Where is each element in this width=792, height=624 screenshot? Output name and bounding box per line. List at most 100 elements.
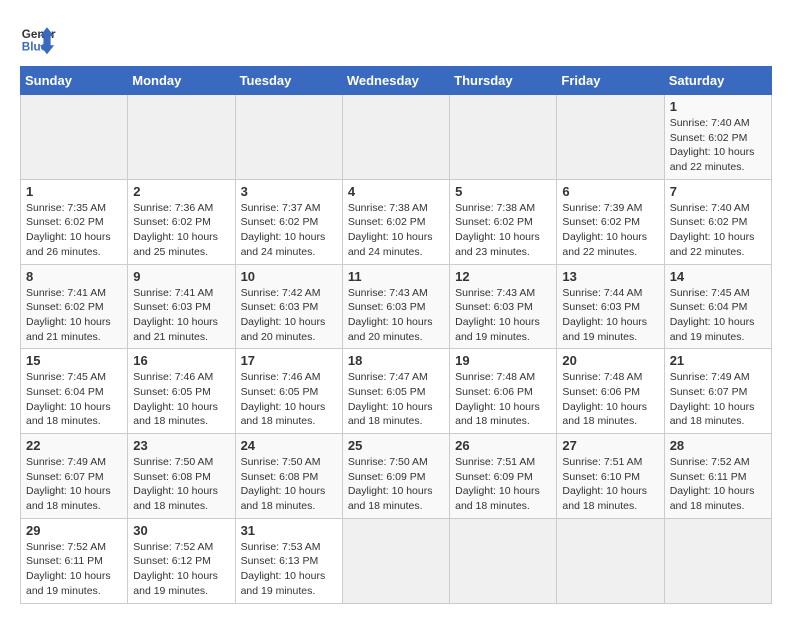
calendar-cell: 23Sunrise: 7:50 AMSunset: 6:08 PMDayligh… <box>128 434 235 519</box>
calendar-header-row: SundayMondayTuesdayWednesdayThursdayFrid… <box>21 67 772 95</box>
calendar-cell <box>342 95 449 180</box>
calendar-cell <box>664 518 771 603</box>
calendar-cell: 4 Sunrise: 7:38 AMSunset: 6:02 PMDaylight… <box>342 179 449 264</box>
calendar-week-4: 22 Sunrise: 7:49 AMSunset: 6:07 PMDayligh… <box>21 434 772 519</box>
day-info: Sunrise: 7:37 AMSunset: 6:02 PMDaylight:… <box>241 201 337 260</box>
day-info: Sunrise: 7:51 AMSunset: 6:10 PMDaylight:… <box>562 455 658 514</box>
calendar-cell: 6Sunrise: 7:39 AMSunset: 6:02 PMDaylight… <box>557 179 664 264</box>
calendar-cell: 3 Sunrise: 7:37 AMSunset: 6:02 PMDaylight… <box>235 179 342 264</box>
day-number: 24 <box>241 438 337 453</box>
calendar-cell: 30 Sunrise: 7:52 AMSunset: 6:12 PMDayligh… <box>128 518 235 603</box>
calendar-cell: 2 Sunrise: 7:36 AMSunset: 6:02 PMDaylight… <box>128 179 235 264</box>
calendar-cell <box>21 95 128 180</box>
calendar-cell: 13 Sunrise: 7:44 AMSunset: 6:03 PMDayligh… <box>557 264 664 349</box>
calendar-cell: 22 Sunrise: 7:49 AMSunset: 6:07 PMDayligh… <box>21 434 128 519</box>
calendar-cell: 18Sunrise: 7:47 AMSunset: 6:05 PMDayligh… <box>342 349 449 434</box>
calendar-cell: 5Sunrise: 7:38 AMSunset: 6:02 PMDaylight… <box>450 179 557 264</box>
day-number: 1 <box>26 184 122 199</box>
day-number: 9 <box>133 269 229 284</box>
calendar-cell: 11Sunrise: 7:43 AMSunset: 6:03 PMDayligh… <box>342 264 449 349</box>
page-header: General Blue <box>20 20 772 56</box>
day-number: 3 <box>241 184 337 199</box>
day-number: 20 <box>562 353 658 368</box>
day-info: Sunrise: 7:38 AMSunset: 6:02 PMDaylight:… <box>348 201 444 260</box>
day-info: Sunrise: 7:48 AMSunset: 6:06 PMDaylight:… <box>455 370 551 429</box>
calendar-cell: 7Sunrise: 7:40 AMSunset: 6:02 PMDaylight… <box>664 179 771 264</box>
day-number: 16 <box>133 353 229 368</box>
day-info: Sunrise: 7:53 AMSunset: 6:13 PMDaylight:… <box>241 540 337 599</box>
day-number: 26 <box>455 438 551 453</box>
day-number: 2 <box>133 184 229 199</box>
calendar-cell: 10 Sunrise: 7:42 AMSunset: 6:03 PMDayligh… <box>235 264 342 349</box>
header-cell-friday: Friday <box>557 67 664 95</box>
day-number: 8 <box>26 269 122 284</box>
day-info: Sunrise: 7:47 AMSunset: 6:05 PMDaylight:… <box>348 370 444 429</box>
calendar-cell: 29 Sunrise: 7:52 AMSunset: 6:11 PMDayligh… <box>21 518 128 603</box>
day-number: 4 <box>348 184 444 199</box>
calendar-cell: 21 Sunrise: 7:49 AMSunset: 6:07 PMDayligh… <box>664 349 771 434</box>
day-info: Sunrise: 7:51 AMSunset: 6:09 PMDaylight:… <box>455 455 551 514</box>
calendar-cell: 1 Sunrise: 7:35 AMSunset: 6:02 PMDaylight… <box>21 179 128 264</box>
day-info: Sunrise: 7:50 AMSunset: 6:08 PMDaylight:… <box>241 455 337 514</box>
day-number: 30 <box>133 523 229 538</box>
day-number: 29 <box>26 523 122 538</box>
day-number: 25 <box>348 438 444 453</box>
day-number: 27 <box>562 438 658 453</box>
header-cell-wednesday: Wednesday <box>342 67 449 95</box>
calendar-cell: 26 Sunrise: 7:51 AMSunset: 6:09 PMDayligh… <box>450 434 557 519</box>
day-number: 13 <box>562 269 658 284</box>
calendar-week-0: 1 Sunrise: 7:40 AMSunset: 6:02 PMDaylight… <box>21 95 772 180</box>
day-number: 21 <box>670 353 766 368</box>
calendar-cell <box>235 95 342 180</box>
day-info: Sunrise: 7:40 AMSunset: 6:02 PMDaylight:… <box>670 116 766 175</box>
day-number: 1 <box>670 99 766 114</box>
day-info: Sunrise: 7:48 AMSunset: 6:06 PMDaylight:… <box>562 370 658 429</box>
day-number: 14 <box>670 269 766 284</box>
calendar-cell: 1 Sunrise: 7:40 AMSunset: 6:02 PMDaylight… <box>664 95 771 180</box>
day-number: 22 <box>26 438 122 453</box>
calendar-week-1: 1 Sunrise: 7:35 AMSunset: 6:02 PMDaylight… <box>21 179 772 264</box>
calendar-cell: 24 Sunrise: 7:50 AMSunset: 6:08 PMDayligh… <box>235 434 342 519</box>
header-cell-saturday: Saturday <box>664 67 771 95</box>
day-info: Sunrise: 7:45 AMSunset: 6:04 PMDaylight:… <box>26 370 122 429</box>
calendar-cell: 9Sunrise: 7:41 AMSunset: 6:03 PMDaylight… <box>128 264 235 349</box>
day-info: Sunrise: 7:42 AMSunset: 6:03 PMDaylight:… <box>241 286 337 345</box>
calendar-cell: 20 Sunrise: 7:48 AMSunset: 6:06 PMDayligh… <box>557 349 664 434</box>
calendar-cell: 14Sunrise: 7:45 AMSunset: 6:04 PMDayligh… <box>664 264 771 349</box>
day-number: 17 <box>241 353 337 368</box>
day-number: 31 <box>241 523 337 538</box>
logo-icon: General Blue <box>20 20 56 56</box>
day-info: Sunrise: 7:44 AMSunset: 6:03 PMDaylight:… <box>562 286 658 345</box>
day-number: 23 <box>133 438 229 453</box>
calendar-week-3: 15Sunrise: 7:45 AMSunset: 6:04 PMDayligh… <box>21 349 772 434</box>
day-info: Sunrise: 7:50 AMSunset: 6:09 PMDaylight:… <box>348 455 444 514</box>
calendar-cell: 8Sunrise: 7:41 AMSunset: 6:02 PMDaylight… <box>21 264 128 349</box>
calendar-cell <box>342 518 449 603</box>
day-info: Sunrise: 7:52 AMSunset: 6:11 PMDaylight:… <box>670 455 766 514</box>
header-cell-monday: Monday <box>128 67 235 95</box>
calendar-cell: 12Sunrise: 7:43 AMSunset: 6:03 PMDayligh… <box>450 264 557 349</box>
calendar-cell: 27 Sunrise: 7:51 AMSunset: 6:10 PMDayligh… <box>557 434 664 519</box>
calendar-cell: 19 Sunrise: 7:48 AMSunset: 6:06 PMDayligh… <box>450 349 557 434</box>
calendar-week-5: 29 Sunrise: 7:52 AMSunset: 6:11 PMDayligh… <box>21 518 772 603</box>
day-info: Sunrise: 7:35 AMSunset: 6:02 PMDaylight:… <box>26 201 122 260</box>
calendar-cell: 15Sunrise: 7:45 AMSunset: 6:04 PMDayligh… <box>21 349 128 434</box>
calendar-cell <box>557 95 664 180</box>
day-number: 19 <box>455 353 551 368</box>
day-number: 10 <box>241 269 337 284</box>
calendar-body: 1 Sunrise: 7:40 AMSunset: 6:02 PMDaylight… <box>21 95 772 604</box>
day-info: Sunrise: 7:36 AMSunset: 6:02 PMDaylight:… <box>133 201 229 260</box>
day-info: Sunrise: 7:52 AMSunset: 6:11 PMDaylight:… <box>26 540 122 599</box>
day-info: Sunrise: 7:49 AMSunset: 6:07 PMDaylight:… <box>670 370 766 429</box>
day-info: Sunrise: 7:49 AMSunset: 6:07 PMDaylight:… <box>26 455 122 514</box>
day-number: 11 <box>348 269 444 284</box>
calendar-week-2: 8Sunrise: 7:41 AMSunset: 6:02 PMDaylight… <box>21 264 772 349</box>
logo: General Blue <box>20 20 60 56</box>
calendar-cell <box>450 95 557 180</box>
day-info: Sunrise: 7:52 AMSunset: 6:12 PMDaylight:… <box>133 540 229 599</box>
day-number: 6 <box>562 184 658 199</box>
day-number: 7 <box>670 184 766 199</box>
header-cell-tuesday: Tuesday <box>235 67 342 95</box>
calendar-cell: 16Sunrise: 7:46 AMSunset: 6:05 PMDayligh… <box>128 349 235 434</box>
calendar-cell: 28Sunrise: 7:52 AMSunset: 6:11 PMDayligh… <box>664 434 771 519</box>
